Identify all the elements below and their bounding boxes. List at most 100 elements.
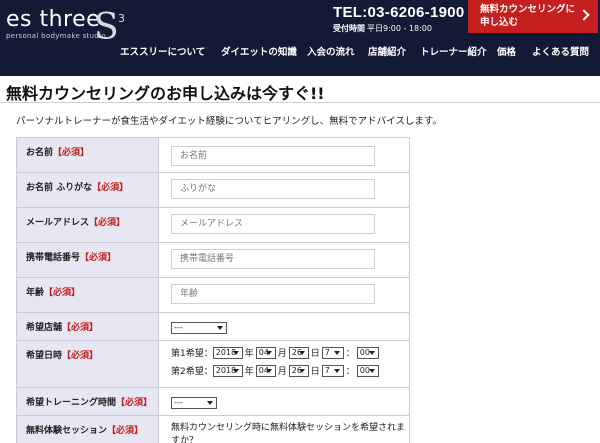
form-row-furigana: お名前 ふりがな【必須】 — [16, 173, 410, 208]
first-choice-label: 第1希望： — [171, 349, 213, 359]
page-title: 無料カウンセリングのお申し込みは今すぐ!! — [6, 84, 325, 103]
second-choice-label: 第2希望： — [171, 367, 213, 377]
first-year-select[interactable]: 2018 — [212, 346, 243, 359]
caret-down-icon — [368, 350, 375, 355]
business-hours: 受付時間 平日9:00 - 18:00 — [333, 23, 432, 34]
form-row-email: メールアドレス【必須】 — [16, 208, 410, 243]
email-input[interactable] — [171, 214, 375, 234]
logo-mark-s: S — [94, 7, 119, 48]
form-row-phone: 携帯電話番号【必須】 — [16, 243, 410, 278]
field-label: お名前【必須】 — [16, 138, 159, 172]
label-text: 希望日時 — [26, 351, 63, 361]
field-label: 無料体験セッション【必須】 — [16, 416, 159, 443]
nav-item-diet-knowledge[interactable]: ダイエットの知識 — [221, 44, 297, 62]
field-value — [159, 208, 410, 242]
age-input[interactable] — [171, 284, 375, 304]
hours-label: 受付時間 — [333, 24, 365, 33]
form-row-datetime: 希望日時【必須】 第1希望： 2018 年 04 月 26 日 7 ： 00 第… — [16, 341, 410, 388]
caret-down-icon — [298, 350, 305, 355]
required-mark: 【必須】 — [89, 218, 126, 228]
field-label: メールアドレス【必須】 — [16, 208, 159, 242]
nav-item-membership-flow[interactable]: 入会の流れ — [307, 44, 355, 62]
required-mark: 【必須】 — [62, 323, 99, 333]
chevron-right-icon — [578, 9, 590, 21]
field-value: --- — [159, 313, 410, 340]
free-counseling-cta-button[interactable]: 無料カウンセリングに申し込む — [468, 0, 598, 33]
label-text: 希望店舗 — [26, 323, 63, 333]
first-minute-select[interactable]: 00 — [356, 346, 379, 359]
form-row-age: 年齢【必須】 — [16, 278, 410, 313]
furigana-input[interactable] — [171, 179, 375, 199]
nav-item-stores[interactable]: 店舗紹介 — [368, 44, 406, 62]
store-select-value: --- — [174, 323, 183, 332]
required-mark: 【必須】 — [80, 253, 117, 263]
intro-text: パーソナルトレーナーが食生活やダイエット経験についてヒアリングし、無料でアドバイ… — [16, 116, 442, 127]
unit-month: 月 — [277, 349, 287, 359]
second-month-select[interactable]: 04 — [255, 364, 276, 377]
caret-down-icon — [333, 350, 340, 355]
time-colon: ： — [345, 349, 355, 359]
first-hour-select[interactable]: 7 — [321, 346, 344, 359]
store-select[interactable]: --- — [171, 321, 227, 334]
unit-year: 年 — [244, 349, 254, 359]
unit-day: 日 — [310, 349, 320, 359]
nav-item-about[interactable]: エススリーについて — [120, 44, 205, 62]
unit-day: 日 — [310, 367, 320, 377]
label-text: メールアドレス — [26, 218, 90, 228]
caret-down-icon — [265, 368, 272, 373]
main-nav: エススリーについて ダイエットの知識 入会の流れ 店舗紹介 トレーナー紹介 価格… — [120, 44, 592, 62]
phone-input[interactable] — [171, 249, 375, 269]
required-mark: 【必須】 — [44, 288, 81, 298]
caret-down-icon — [232, 350, 239, 355]
caret-down-icon — [232, 368, 239, 373]
second-hour-select[interactable]: 7 — [321, 364, 344, 377]
field-value — [159, 243, 410, 277]
select-value: 7 — [324, 348, 330, 357]
label-text: 年齢 — [26, 288, 45, 298]
training-time-select-value: --- — [174, 398, 183, 407]
logo-text: es three — [6, 7, 101, 32]
nav-item-faq[interactable]: よくある質問 — [532, 44, 592, 62]
field-label: 希望トレーニング時間【必須】 — [16, 388, 159, 415]
label-text: お名前 ふりがな — [26, 183, 93, 193]
label-text: 無料体験セッション — [26, 426, 108, 436]
label-text: 希望トレーニング時間 — [26, 398, 117, 408]
second-day-select[interactable]: 26 — [288, 364, 309, 377]
second-minute-select[interactable]: 00 — [356, 364, 379, 377]
hours-value: 平日9:00 - 18:00 — [367, 24, 432, 33]
nav-item-trainers[interactable]: トレーナー紹介 — [420, 44, 487, 62]
field-value: 第1希望： 2018 年 04 月 26 日 7 ： 00 第2希望： 2018… — [159, 341, 410, 387]
site-header: es three personal bodymake studio S 3 TE… — [0, 0, 600, 76]
required-mark: 【必須】 — [116, 398, 153, 408]
unit-month: 月 — [277, 367, 287, 377]
name-input[interactable] — [171, 146, 375, 166]
application-form: お名前【必須】 お名前 ふりがな【必須】 メールアドレス【必須】 携帯電話番号【… — [16, 137, 410, 443]
phone-number[interactable]: TEL:03-6206-1900 — [333, 4, 465, 21]
training-time-select[interactable]: --- — [171, 396, 217, 409]
logo[interactable]: es three personal bodymake studio S 3 — [6, 7, 125, 46]
nav-item-price[interactable]: 価格 — [497, 44, 516, 62]
required-mark: 【必須】 — [92, 183, 129, 193]
field-label: 希望店舗【必須】 — [16, 313, 159, 340]
time-colon: ： — [345, 367, 355, 377]
field-label: 年齢【必須】 — [16, 278, 159, 312]
divider — [0, 102, 600, 103]
first-month-select[interactable]: 04 — [255, 346, 276, 359]
caret-down-icon — [333, 368, 340, 373]
required-mark: 【必須】 — [53, 148, 90, 158]
select-value: 7 — [324, 366, 330, 375]
logo-tagline: personal bodymake studio — [6, 32, 106, 40]
first-choice-line: 第1希望： 2018 年 04 月 26 日 7 ： 00 — [171, 345, 409, 360]
cta-label: 無料カウンセリングに申し込む — [480, 4, 576, 28]
caret-down-icon — [217, 325, 223, 330]
label-text: 携帯電話番号 — [26, 253, 81, 263]
first-day-select[interactable]: 26 — [288, 346, 309, 359]
field-value: 無料カウンセリング時に無料体験セッションを希望されますか？ — [159, 416, 410, 443]
second-year-select[interactable]: 2018 — [212, 364, 243, 377]
session-question: 無料カウンセリング時に無料体験セッションを希望されますか？ — [171, 423, 406, 443]
field-value — [159, 278, 410, 312]
caret-down-icon — [265, 350, 272, 355]
second-choice-line: 第2希望： 2018 年 04 月 26 日 7 ： 00 — [171, 363, 409, 378]
field-value: --- — [159, 388, 410, 415]
unit-year: 年 — [244, 367, 254, 377]
